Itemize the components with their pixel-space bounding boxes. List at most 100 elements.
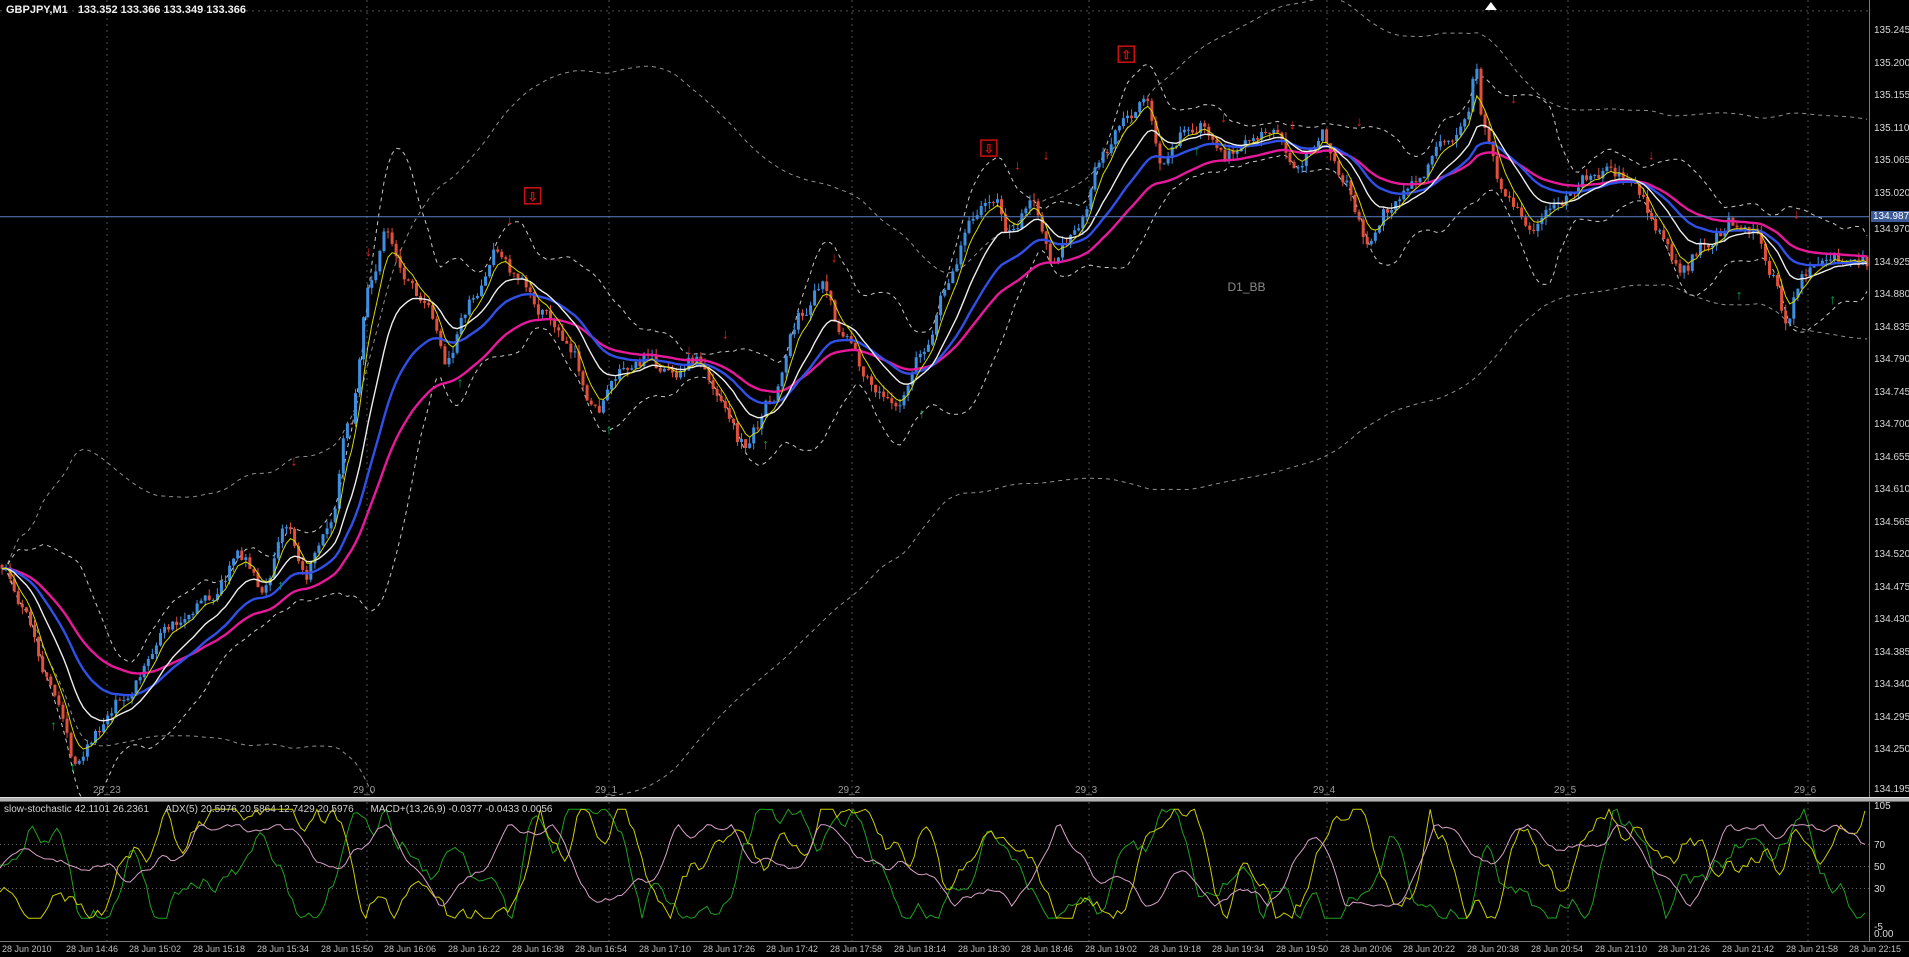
candle-body — [955, 264, 959, 272]
candle-body — [630, 368, 634, 370]
candle-body — [49, 676, 53, 685]
candle-body — [731, 418, 735, 423]
candle-body — [350, 423, 353, 425]
candle-body — [386, 231, 390, 233]
candle-body — [1044, 231, 1048, 244]
candle-body — [480, 285, 483, 296]
candle-body — [1353, 194, 1357, 212]
candle-body — [167, 626, 171, 630]
candle-body — [1690, 254, 1694, 271]
candle-body — [1235, 151, 1239, 154]
candle-body — [1512, 197, 1515, 207]
signal-arrow-down: ↓ — [1648, 146, 1655, 162]
candle-body — [467, 299, 471, 315]
indicator-pane[interactable]: slow-stochastic 42.1101 26.2361 ADX(5) 2… — [0, 802, 1869, 941]
candle-body — [1828, 259, 1832, 261]
candle-body — [1536, 223, 1540, 232]
candle-body — [951, 271, 955, 284]
candle-body — [1719, 233, 1723, 237]
candle-body — [138, 677, 142, 681]
candle-body — [512, 272, 516, 274]
candle-body — [561, 330, 565, 341]
main-chart-canvas[interactable]: ↑ ↑ ↑ ↑ ↑ ↑ ↑ ↑ ↑ ↑ ↓ ↓ ↓ ↓ ↓ ↓ ↓ ↓ ↓ ↓ ↓ ↓ ↓ ↓ ⇩ ⇩ ⇧ D1_BB — [0, 0, 1869, 797]
candle-body — [516, 273, 520, 278]
candle-body — [939, 295, 943, 316]
candle-body — [126, 698, 130, 701]
candle-body — [1272, 129, 1276, 133]
candle-body — [573, 351, 577, 353]
time-axis-label: 28 Jun 21:26 — [1658, 944, 1711, 954]
candle-body — [77, 760, 81, 764]
candle-body — [626, 368, 630, 370]
candle-body — [341, 438, 345, 474]
candle-body — [321, 534, 325, 546]
candle-body — [890, 398, 894, 404]
candle-body — [1097, 162, 1101, 168]
candle-body — [1727, 217, 1731, 232]
candle-body — [1109, 144, 1113, 154]
candle-body — [931, 334, 934, 345]
candle-body — [1593, 175, 1597, 176]
candle-body — [1256, 138, 1259, 140]
candle-body — [20, 603, 24, 608]
candle-body — [207, 595, 211, 601]
price-axis-label: 135.155 — [1874, 90, 1909, 101]
candle-body — [329, 522, 333, 529]
candle-body — [362, 317, 366, 360]
candle-body — [53, 685, 57, 696]
candle-body — [662, 368, 666, 372]
candle-body — [37, 637, 41, 657]
period-separator-label: 29_3 — [1075, 785, 1098, 796]
main-chart-area[interactable]: ↑ ↑ ↑ ↑ ↑ ↑ ↑ ↑ ↑ ↑ ↓ ↓ ↓ ↓ ↓ ↓ ↓ ↓ ↓ ↓ ↓ ↓ ↓ ↓ ⇩ ⇩ ⇧ D1_BB GBPJPY,… — [0, 0, 1869, 797]
period-separator-label: 29_1 — [595, 785, 618, 796]
candle-body — [1345, 180, 1349, 183]
candle-body — [240, 550, 244, 560]
signal-arrow-up: ↑ — [762, 435, 769, 451]
candle-body — [1121, 118, 1125, 127]
candle-body — [841, 332, 845, 337]
price-axis-label: 134.745 — [1874, 387, 1909, 398]
candle-body — [471, 298, 475, 300]
candle-body — [1117, 126, 1121, 131]
candle-body — [723, 401, 727, 409]
price-axis-label: 135.200 — [1874, 58, 1909, 69]
candle-body — [853, 342, 857, 349]
current-price-tag: 134.987 — [1871, 211, 1909, 222]
candle-body — [1463, 119, 1467, 127]
candle-body — [1077, 228, 1081, 231]
candle-body — [61, 704, 65, 719]
candle-body — [1341, 175, 1345, 183]
time-axis-label: 28 Jun 16:22 — [448, 944, 501, 954]
candle-body — [1406, 188, 1410, 191]
candle-body — [1373, 232, 1377, 241]
indicator-canvas[interactable] — [0, 802, 1869, 941]
candle-body — [1191, 129, 1194, 133]
candle-body — [1300, 165, 1304, 168]
ma-magenta-line — [1, 148, 1868, 675]
candle-body — [926, 344, 930, 352]
candle-body — [593, 404, 597, 406]
candle-body — [1048, 243, 1052, 262]
top-marker-triangle — [1484, 2, 1497, 10]
candle-body — [1434, 146, 1438, 157]
candle-body — [666, 368, 670, 371]
time-axis[interactable]: 28 Jun 2010 28 Jun 14:46 28 Jun 15:02 28 Ju… — [0, 941, 1909, 957]
signal-arrow-down: ↓ — [1014, 157, 1021, 173]
candle-body — [1028, 200, 1032, 209]
candle-body — [1422, 176, 1426, 178]
candle-body — [1735, 225, 1739, 228]
candle-body — [979, 206, 983, 216]
candle-body — [1264, 132, 1268, 133]
candle-body — [435, 318, 439, 331]
candle-body — [1609, 166, 1613, 168]
candle-body — [638, 361, 642, 367]
candle-body — [1000, 199, 1003, 215]
candle-body — [711, 380, 715, 389]
time-axis-label: 28 Jun 17:58 — [830, 944, 883, 954]
bollinger-lower — [1, 154, 1868, 797]
candle-body — [81, 756, 85, 761]
candle-body — [1552, 204, 1556, 209]
candle-body — [634, 361, 638, 369]
candle-body — [110, 713, 114, 716]
candle-body — [983, 203, 987, 206]
